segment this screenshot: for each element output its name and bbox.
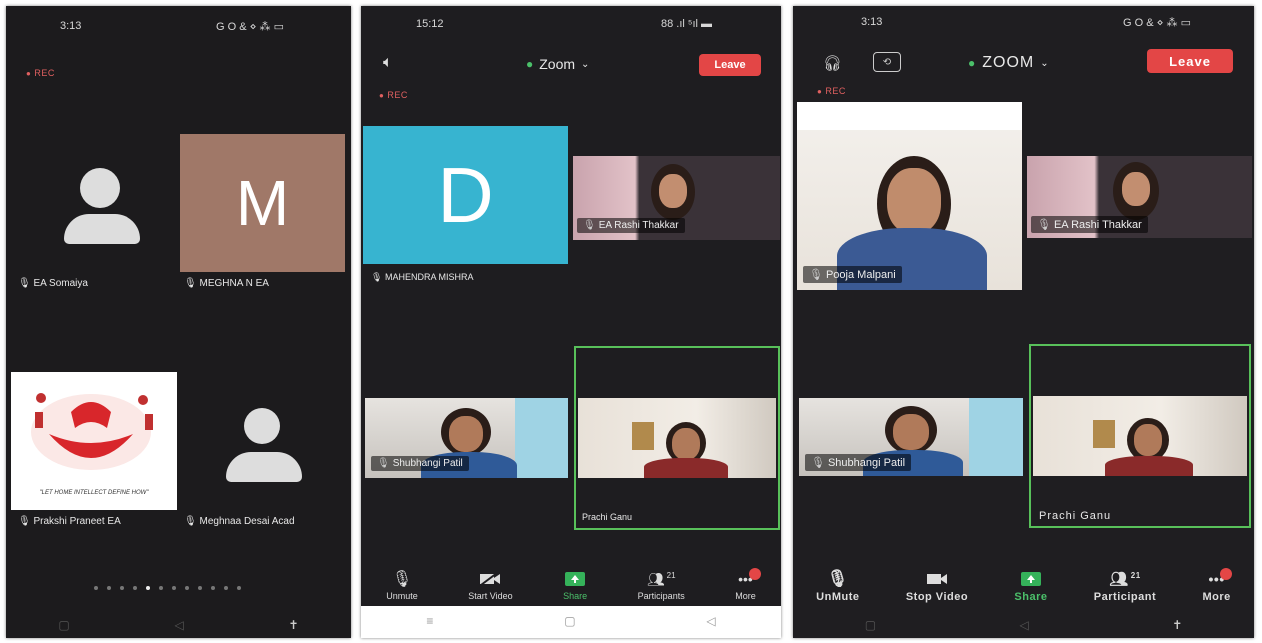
mic-off-icon: 🎙︎ bbox=[811, 457, 825, 469]
rec-indicator: REC bbox=[817, 86, 846, 96]
participant-name: EA Rashi Thakkar bbox=[598, 220, 679, 231]
status-icons: G O & ⋄ ⁂ ▭ bbox=[1123, 17, 1192, 29]
speaker-icon[interactable]: 🔈︎ bbox=[383, 54, 393, 72]
participant-name: MEGHNA N EA bbox=[199, 278, 269, 289]
video-off-icon bbox=[479, 570, 501, 588]
meeting-title-text: Zoom bbox=[539, 56, 576, 72]
leave-button[interactable]: Leave bbox=[699, 54, 761, 76]
participant-name: Prachi Ganu bbox=[582, 512, 633, 522]
participant-count: 21 bbox=[666, 570, 676, 580]
mic-off-icon: 🎙︎ bbox=[184, 516, 197, 527]
meeting-title[interactable]: ● Zoom ⌄ bbox=[526, 56, 589, 72]
nav-button[interactable]: ▢ bbox=[865, 618, 876, 632]
system-nav-bar: ▢ ◁ ✝ bbox=[793, 618, 1254, 632]
participant-name: Shubhangi Patil bbox=[392, 458, 463, 469]
share-icon bbox=[1020, 570, 1042, 588]
status-icons: 88 .ıl ⁵ıl ▬ bbox=[661, 18, 713, 30]
phone-screen-2: 15:12 88 .ıl ⁵ıl ▬ 🔈︎ ● Zoom ⌄ Leave REC… bbox=[361, 6, 781, 638]
nav-button[interactable]: ▢ bbox=[564, 614, 575, 628]
participant-name: Shubhangi Patil bbox=[827, 457, 906, 469]
meeting-toolbar: 🎙︎ UnMute Stop Video Share 👥︎ 21 Participan… bbox=[793, 568, 1254, 604]
phone-screen-1: 3:13 G O & ⋄ ⁂ ▭ REC 🎙︎ EA Somaiya M 🎙︎ … bbox=[6, 6, 351, 638]
participants-icon: 👥︎ 21 bbox=[1109, 570, 1141, 589]
nav-button[interactable]: ◁ bbox=[706, 614, 715, 628]
avatar-placeholder-icon bbox=[64, 168, 140, 244]
mic-off-icon: 🎙︎ bbox=[583, 220, 596, 231]
status-time: 3:13 bbox=[60, 20, 82, 32]
more-button[interactable]: ••• More bbox=[735, 568, 762, 601]
active-speaker-tile[interactable]: Prachi Ganu bbox=[574, 346, 780, 530]
mic-off-icon: 🎙︎ bbox=[377, 458, 390, 469]
headphones-icon[interactable]: 🎧︎ bbox=[823, 54, 842, 72]
logo-tagline: "LET HOME INTELLECT DEFINE HOW" bbox=[39, 490, 149, 496]
avatar-letter[interactable]: M bbox=[180, 134, 345, 272]
participant-tile[interactable] bbox=[16, 134, 181, 274]
share-icon bbox=[564, 570, 586, 588]
notification-badge bbox=[749, 568, 762, 580]
video-icon bbox=[926, 570, 948, 588]
page-indicator[interactable] bbox=[94, 586, 241, 590]
accessibility-icon[interactable]: ✝ bbox=[1172, 618, 1182, 632]
meeting-title-text: ZOOM bbox=[982, 54, 1035, 71]
unmute-button[interactable]: 🎙︎ Unmute bbox=[386, 570, 418, 601]
video-tile[interactable]: 🎙︎ Shubhangi Patil bbox=[365, 398, 568, 478]
avatar-placeholder-icon bbox=[226, 408, 302, 484]
meeting-title[interactable]: ● ZOOM ⌄ bbox=[968, 54, 1050, 72]
participant-tile[interactable]: "LET HOME INTELLECT DEFINE HOW" bbox=[11, 372, 177, 510]
rec-indicator: REC bbox=[379, 90, 408, 100]
notification-badge bbox=[1220, 568, 1233, 580]
system-nav-bar: ▢ ◁ ✝ bbox=[6, 618, 351, 632]
mic-off-icon: 🎙︎ bbox=[184, 278, 197, 289]
nav-button[interactable]: ◁ bbox=[175, 618, 184, 632]
video-tile[interactable]: 🎙︎ Shubhangi Patil bbox=[799, 398, 1023, 476]
participants-button[interactable]: 👥︎ 21 Participant bbox=[1094, 570, 1156, 604]
participants-button[interactable]: 👥︎ 21 Participants bbox=[638, 570, 685, 602]
chevron-down-icon: ⌄ bbox=[581, 58, 590, 70]
unmute-button[interactable]: 🎙︎ UnMute bbox=[816, 569, 859, 603]
share-button[interactable]: Share bbox=[1014, 570, 1047, 603]
stop-video-button[interactable]: Stop Video bbox=[906, 570, 968, 603]
participant-name: Prakshi Praneet EA bbox=[33, 516, 121, 527]
chevron-down-icon: ⌄ bbox=[1040, 57, 1050, 69]
video-tile[interactable]: 🎙︎ EA Rashi Thakkar bbox=[1027, 156, 1252, 238]
participant-tile[interactable] bbox=[180, 372, 345, 510]
participant-count: 21 bbox=[1130, 570, 1141, 580]
participant-name: MAHENDRA MISHRA bbox=[384, 272, 474, 282]
accessibility-icon[interactable]: ✝ bbox=[289, 618, 299, 632]
participant-name: EA Somaiya bbox=[33, 278, 88, 289]
nav-button[interactable]: ▢ bbox=[58, 618, 69, 632]
video-tile[interactable]: 🎙︎ Pooja Malpani bbox=[797, 102, 1022, 290]
more-button[interactable]: ••• More bbox=[1202, 568, 1233, 603]
share-button[interactable]: Share bbox=[563, 570, 587, 601]
phone-screen-3: 3:13 G O & ⋄ ⁂ ▭ 🎧︎ ⟲ ● ZOOM ⌄ Leave REC… bbox=[793, 6, 1254, 638]
participant-name: EA Rashi Thakkar bbox=[1053, 219, 1142, 231]
shield-icon: ● bbox=[526, 57, 534, 71]
system-nav-bar: ≡ ▢ ◁ bbox=[361, 606, 781, 638]
video-tile[interactable]: 🎙︎ EA Rashi Thakkar bbox=[573, 156, 780, 240]
start-video-button[interactable]: Start Video bbox=[468, 570, 513, 601]
active-speaker-tile[interactable]: Prachi Ganu bbox=[1029, 344, 1251, 528]
mic-off-icon: 🎙︎ bbox=[18, 278, 31, 289]
mic-off-icon: 🎙︎ bbox=[391, 571, 413, 588]
mic-off-icon: 🎙︎ bbox=[18, 516, 31, 527]
avatar-letter[interactable]: D bbox=[363, 126, 568, 264]
switch-camera-icon[interactable]: ⟲ bbox=[873, 52, 901, 72]
participants-icon: 👥︎ 21 bbox=[646, 570, 676, 587]
meeting-toolbar: 🎙︎ Unmute Start Video Share 👥︎ 21 Participa… bbox=[361, 568, 781, 602]
status-time: 15:12 bbox=[416, 18, 444, 30]
status-time: 3:13 bbox=[861, 16, 883, 28]
mic-off-icon: 🎙︎ bbox=[826, 569, 849, 588]
shield-icon: ● bbox=[968, 56, 977, 70]
mic-off-icon: 🎙︎ bbox=[809, 269, 823, 281]
nav-button[interactable]: ◁ bbox=[1020, 618, 1029, 632]
participant-name: Meghnaa Desai Acad bbox=[199, 516, 295, 527]
status-icons: G O & ⋄ ⁂ ▭ bbox=[216, 21, 285, 33]
mic-off-icon: 🎙︎ bbox=[371, 272, 383, 282]
leave-button[interactable]: Leave bbox=[1147, 49, 1233, 73]
nav-button[interactable]: ≡ bbox=[426, 614, 433, 628]
participant-name: Prachi Ganu bbox=[1039, 510, 1112, 522]
rec-indicator: REC bbox=[26, 68, 55, 78]
participant-name: Pooja Malpani bbox=[825, 269, 896, 281]
mic-off-icon: 🎙︎ bbox=[1037, 219, 1051, 231]
